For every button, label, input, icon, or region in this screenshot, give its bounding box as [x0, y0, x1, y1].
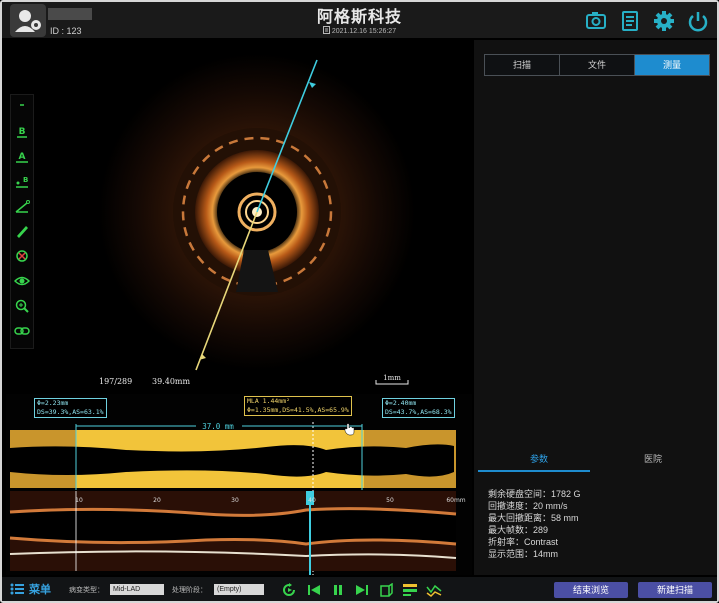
- measure-box-left[interactable]: Φ=2.23mm DS=39.3%,AS=63.1%: [34, 398, 107, 418]
- param-max-frames: 最大帧数：289: [488, 525, 549, 535]
- bottom-bar: 菜单 病变类型： Mid-LAD 处理阶段： (Empty) 结束浏览 新建扫描: [2, 577, 717, 601]
- eye-icon[interactable]: [14, 273, 30, 289]
- segment-length: 37.0 mm: [202, 422, 234, 431]
- tab-params[interactable]: 参数: [530, 452, 548, 465]
- stage-field[interactable]: (Empty): [214, 584, 264, 595]
- stage-label: 处理阶段：: [172, 587, 207, 594]
- tab-hospital[interactable]: 医院: [644, 452, 662, 465]
- skip-back-icon[interactable]: [306, 583, 322, 597]
- longitudinal-graphics: 37.0 mm 10 20 30 40 50 60mm: [9, 422, 466, 575]
- measure-box-mla[interactable]: MLA 1.44mm² Φ=1.35mm,DS=41.5%,AS=65.9%: [244, 396, 352, 416]
- pause-icon[interactable]: [330, 583, 346, 597]
- menu-button[interactable]: 菜单: [29, 581, 51, 597]
- ruler-tick-50: 50: [386, 497, 394, 504]
- param-display-range: 显示范围：14mm: [488, 549, 559, 559]
- ruler-tick-40: 40: [308, 497, 316, 504]
- end-review-button[interactable]: 结束浏览: [554, 582, 628, 598]
- mla-value: MLA 1.44mm²: [247, 397, 291, 405]
- frame-info: 197/289: [99, 377, 132, 386]
- param-disk-space: 剩余硬盘空间：1782 G: [488, 489, 581, 499]
- measure-left-stenosis: DS=39.3%,AS=63.1%: [37, 408, 104, 416]
- gear-icon[interactable]: [652, 9, 676, 33]
- ruler-tick-30: 30: [231, 497, 239, 504]
- tab-scan[interactable]: 扫描: [485, 55, 560, 75]
- power-icon[interactable]: [686, 9, 710, 33]
- param-pullback-speed: 回撤速度：20 mm/s: [488, 501, 568, 511]
- report-icon[interactable]: [618, 9, 642, 33]
- point-a-icon[interactable]: A: [14, 148, 30, 164]
- delete-icon[interactable]: [14, 248, 30, 264]
- new-scan-button[interactable]: 新建扫描: [638, 582, 712, 598]
- longitudinal-area: 37.0 mm 10 20 30 40 50 60mm Φ=2.23mm DS=…: [6, 394, 472, 575]
- svg-text:A: A: [19, 152, 26, 162]
- tab-measure[interactable]: 测量: [635, 55, 709, 75]
- app-title: 阿格斯科技: [316, 9, 402, 26]
- minus-icon[interactable]: [14, 97, 30, 113]
- 3d-view-icon[interactable]: [378, 583, 394, 597]
- point-b-icon[interactable]: B: [14, 123, 30, 139]
- zoom-icon[interactable]: [14, 298, 30, 314]
- header-bar: ID : 123 阿格斯科技 2021.12.16 15:26:27: [2, 2, 717, 38]
- oct-cross-section[interactable]: 197/289 39.40mm 1mm: [6, 40, 472, 392]
- lesion-type-label: 病变类型：: [69, 587, 104, 594]
- lesion-type-field[interactable]: Mid-LAD: [110, 584, 164, 595]
- profile-icon[interactable]: [426, 583, 442, 597]
- pen-icon[interactable]: [14, 223, 30, 239]
- tab-file[interactable]: 文件: [560, 55, 635, 75]
- param-refraction: 折射率：Contrast: [488, 537, 559, 547]
- params-list: 剩余硬盘空间：1782 G 回撤速度：20 mm/s 最大回撤距离：58 mm …: [488, 488, 581, 560]
- camera-icon[interactable]: [584, 9, 608, 33]
- datetime-text: 2021.12.16 15:26:27: [331, 28, 397, 35]
- oct-image: 197/289 39.40mm 1mm: [99, 54, 415, 386]
- hand-cursor-icon: [344, 423, 355, 436]
- param-max-distance: 最大回撤距离：58 mm: [488, 513, 579, 523]
- mla-stenosis: Φ=1.35mm,DS=41.5%,AS=65.9%: [247, 406, 349, 414]
- tab-params-underline: [478, 470, 590, 472]
- document-icon: [322, 26, 330, 34]
- ab-icon[interactable]: B: [14, 173, 30, 189]
- ruler-tick-60: 60mm: [446, 497, 465, 504]
- panel-tabs: 扫描 文件 测量: [484, 54, 710, 76]
- measure-box-right[interactable]: Φ=2.40mm DS=43.7%,AS=68.3%: [382, 398, 455, 418]
- measure-left-diameter: Φ=2.23mm: [37, 399, 69, 407]
- scan-datetime: 2021.12.16 15:26:27: [2, 26, 717, 35]
- link-icon[interactable]: [14, 323, 30, 339]
- measure-toolbar: B A B: [10, 94, 34, 349]
- angle-icon[interactable]: [14, 198, 30, 214]
- scale-label: 1mm: [383, 374, 401, 382]
- length-value: 39.40mm: [152, 377, 190, 386]
- menu-icon[interactable]: [10, 583, 24, 595]
- layout-icon[interactable]: [402, 583, 418, 597]
- measure-right-diameter: Φ=2.40mm: [385, 399, 417, 407]
- svg-text:B: B: [19, 127, 26, 137]
- ruler-tick-10: 10: [75, 497, 83, 504]
- svg-text:B: B: [23, 176, 28, 184]
- ruler-tick-20: 20: [153, 497, 161, 504]
- measure-right-stenosis: DS=43.7%,AS=68.3%: [385, 408, 452, 416]
- rewind-icon[interactable]: [282, 583, 298, 597]
- info-tabs: 参数 医院: [478, 440, 713, 474]
- skip-forward-icon[interactable]: [354, 583, 370, 597]
